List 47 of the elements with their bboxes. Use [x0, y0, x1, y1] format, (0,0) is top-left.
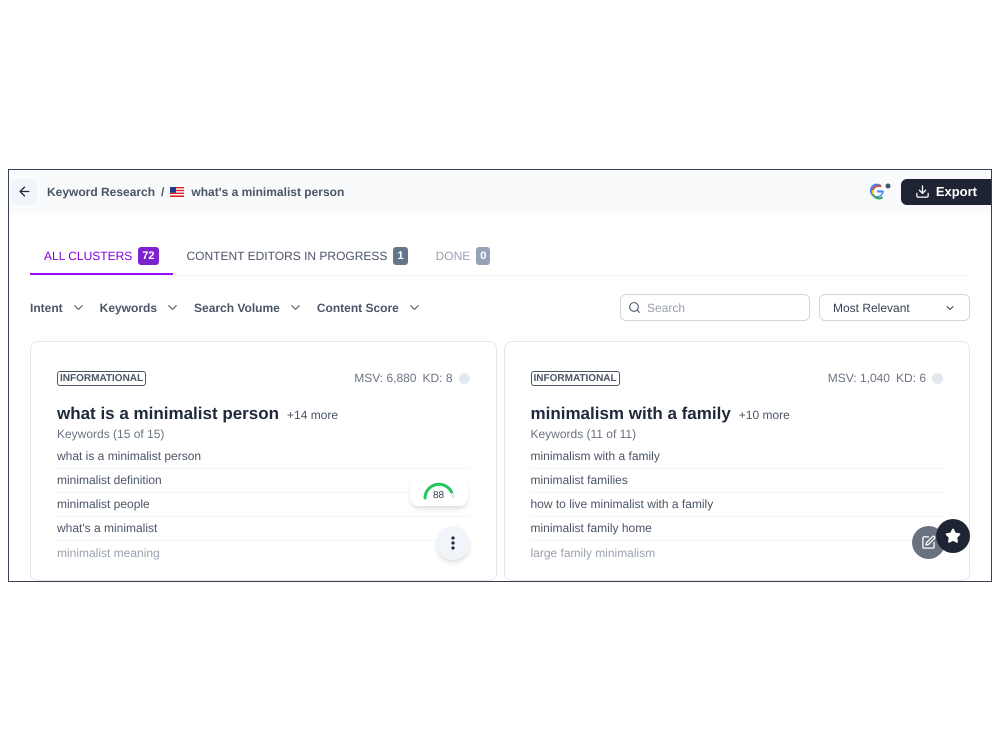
keyword-text: minimalist families: [530, 472, 628, 489]
tab[interactable]: CONTENT EDITORS IN PROGRESS 1: [172, 239, 422, 275]
cluster-title: minimalism with a family: [530, 403, 731, 425]
keyword-text: minimalist meaning: [57, 544, 160, 562]
keyword-text: what is a minimalist person: [57, 448, 202, 465]
filter-dropdown[interactable]: Content Score: [316, 298, 422, 316]
keywords-count: Keywords (15 of 15): [57, 426, 166, 440]
back-button[interactable]: [11, 178, 37, 204]
download-icon: [914, 184, 930, 199]
keyword-text: minimalist people: [57, 496, 150, 513]
tab-count: 0: [476, 247, 490, 265]
search-field[interactable]: Search: [620, 294, 810, 321]
breadcrumb-separator: /: [161, 184, 164, 200]
google-logo-icon: [868, 182, 891, 200]
breadcrumb-current: what's a minimalist person: [191, 184, 344, 200]
filter-dropdown[interactable]: Intent: [30, 298, 86, 316]
more-options-button[interactable]: [436, 526, 470, 560]
sort-dropdown[interactable]: Most Relevant: [819, 294, 970, 321]
tab[interactable]: ALL CLUSTERS 72: [30, 239, 173, 275]
cluster-title: what is a minimalist person: [57, 403, 280, 425]
keyword-text: minimalist definition: [57, 472, 162, 489]
msv-value: MSV: 1,040: [828, 370, 890, 387]
more-count: +10 more: [738, 407, 790, 424]
keyword-text: minimalism with a family: [530, 448, 660, 465]
more-options-icon: [450, 536, 454, 550]
tab-count: 1: [393, 247, 408, 265]
keyword-text: minimalist family home: [530, 520, 652, 537]
kd-value: KD: 6: [896, 370, 926, 387]
search-icon: [628, 301, 641, 314]
intent-tag: INFORMATIONAL: [530, 370, 620, 386]
star-icon: [945, 528, 961, 544]
breadcrumb-link[interactable]: Keyword Research: [47, 182, 156, 200]
edit-icon: [921, 535, 936, 550]
intent-tag: INFORMATIONAL: [57, 370, 146, 386]
filter-dropdown[interactable]: Keywords: [100, 298, 180, 316]
export-button[interactable]: Export: [900, 178, 991, 204]
keyword-text: large family minimalism: [530, 544, 656, 562]
filter-dropdown[interactable]: Search Volume: [194, 298, 303, 316]
tab-count: 72: [138, 247, 159, 265]
kd-value: KD: 8: [422, 370, 452, 387]
score-value: 88: [432, 489, 444, 503]
msv-value: MSV: 6,880: [354, 370, 416, 387]
keyword-text: how to live minimalist with a family: [530, 496, 714, 513]
keyword-text: what's a minimalist: [57, 520, 158, 537]
more-count: +14 more: [287, 407, 338, 424]
us-flag-icon: [170, 186, 184, 196]
keywords-count: Keywords (11 of 11): [530, 426, 638, 440]
